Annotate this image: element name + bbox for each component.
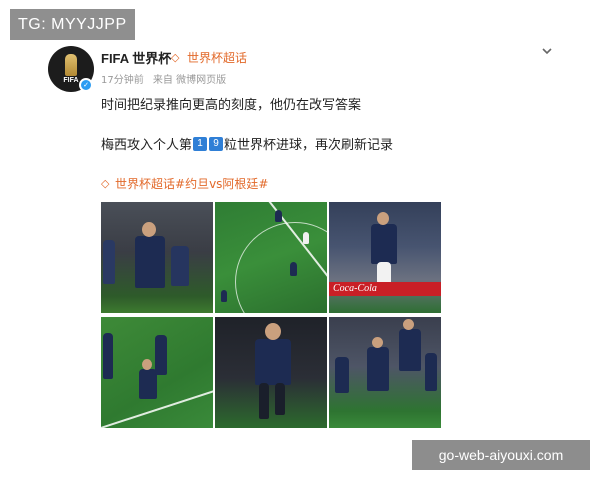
player-leg	[275, 383, 285, 415]
post-source: 来自 微博网页版	[152, 75, 227, 86]
photo-5[interactable]	[215, 317, 327, 428]
field-circle	[235, 222, 327, 313]
post-text-line2: 梅西攻入个人第 1 9 粒世界杯进球，再次刷新记录	[101, 134, 393, 153]
player-head	[265, 323, 281, 340]
ad-text: Coca-Cola	[333, 283, 377, 294]
author-name[interactable]: FIFA 世界杯	[101, 48, 171, 67]
photo-grid: Coca-Cola	[101, 202, 442, 428]
photo-4[interactable]	[101, 317, 213, 428]
player-head	[372, 337, 383, 348]
post-meta: 17分钟前 来自 微博网页版	[101, 71, 232, 86]
post-time: 17分钟前	[101, 75, 144, 86]
player-figure	[371, 224, 397, 264]
chevron-down-icon[interactable]	[540, 44, 554, 58]
post-text-line1: 时间把纪录推向更高的刻度，他仍在改写答案	[101, 98, 362, 113]
player-head	[142, 359, 152, 370]
hashtag-match[interactable]: #约旦vs阿根廷#	[175, 175, 268, 192]
player-dot	[275, 210, 282, 222]
number-badge-9: 9	[209, 136, 224, 151]
player-figure	[103, 240, 115, 284]
photo-2[interactable]	[215, 202, 327, 313]
weibo-post: FIFA ✓ FIFA 世界杯 ◇ 世界杯超话 17分钟前 来自 微博网页版 时…	[0, 0, 600, 480]
player-figure	[103, 333, 113, 379]
player-dot	[221, 290, 227, 302]
player-figure	[367, 347, 389, 391]
player-head	[142, 222, 156, 237]
player-figure	[335, 357, 349, 393]
player-figure	[255, 339, 291, 385]
player-leg	[259, 383, 269, 419]
player-figure	[135, 236, 165, 288]
photo-1[interactable]	[101, 202, 213, 313]
player-figure	[399, 329, 421, 371]
topic-tag[interactable]: ◇ 世界杯超话	[171, 49, 247, 66]
player-dot	[290, 262, 297, 276]
watermark: go-web-aiyouxi.com	[412, 440, 590, 470]
line2-suffix: 粒世界杯进球，再次刷新记录	[224, 138, 394, 153]
field-line	[101, 388, 213, 428]
hashtags: ◇ 世界杯超话 #约旦vs阿根廷#	[101, 175, 268, 192]
number-badge-1: 1	[193, 136, 208, 151]
trophy-icon	[65, 54, 77, 76]
player-head	[377, 212, 389, 225]
verified-icon: ✓	[79, 78, 93, 92]
diamond-icon: ◇	[101, 177, 110, 190]
photo-6[interactable]	[329, 317, 441, 428]
diamond-icon: ◇	[171, 51, 180, 64]
player-dot	[303, 232, 309, 244]
line2-prefix: 梅西攻入个人第	[101, 138, 193, 153]
player-figure	[171, 246, 189, 286]
hashtag-topic[interactable]: 世界杯超话	[115, 175, 175, 192]
photo-3[interactable]: Coca-Cola	[329, 202, 441, 313]
topic-tag-label: 世界杯超话	[187, 51, 248, 65]
player-figure	[425, 353, 437, 391]
player-figure	[155, 335, 167, 375]
player-head	[403, 319, 414, 330]
